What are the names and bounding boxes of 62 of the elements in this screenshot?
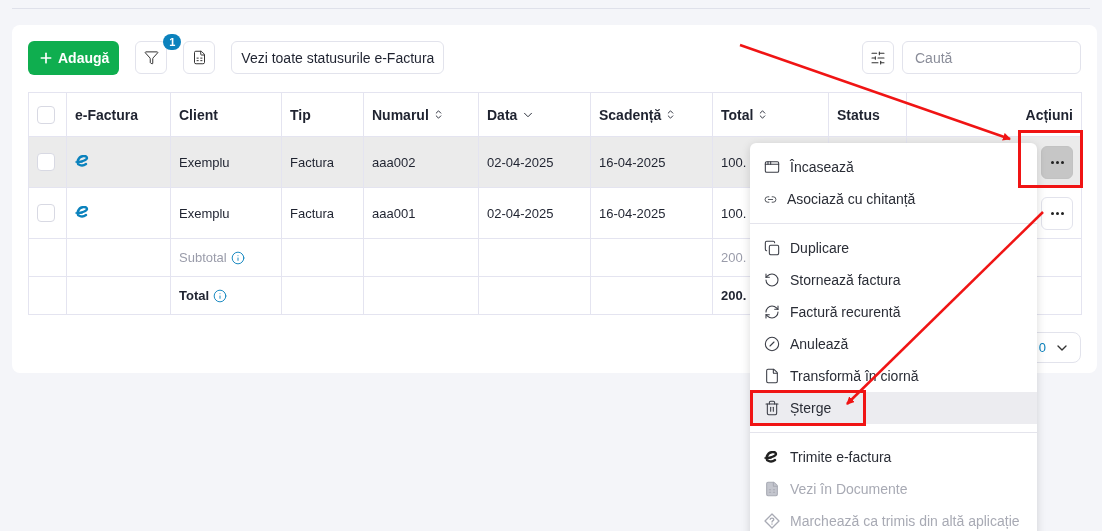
- spreadsheet-icon: [191, 50, 207, 65]
- table-cell: Exemplu: [179, 205, 230, 221]
- copy-icon: [764, 240, 780, 256]
- menu-item[interactable]: Factură recurentă: [750, 296, 1037, 328]
- table-cell: 100.: [721, 154, 747, 170]
- table-cell: Factura: [290, 205, 335, 221]
- table-cell: 100.: [721, 205, 747, 221]
- spreadsheet-icon: [764, 481, 780, 497]
- trash-icon: [764, 400, 780, 416]
- column-header: Tip: [290, 106, 311, 123]
- menu-item[interactable]: Încasează: [750, 151, 1037, 183]
- file-icon: [764, 368, 780, 384]
- table-cell: 02-04-2025: [487, 154, 554, 170]
- table-cell: 16-04-2025: [599, 205, 666, 221]
- statuses-button[interactable]: Vezi toate statusurile e-Factura: [231, 41, 445, 74]
- annotation-frame: [1018, 130, 1083, 188]
- column-header: Acțiuni: [1025, 106, 1073, 123]
- menu-item[interactable]: Șterge: [750, 392, 1037, 424]
- e-factura-icon: [75, 154, 91, 167]
- e-factura-icon: [75, 205, 91, 218]
- table-cell: 02-04-2025: [487, 205, 554, 221]
- search-field[interactable]: Caută: [902, 41, 1081, 74]
- filter-count-badge: 1: [163, 34, 182, 50]
- column-header[interactable]: Data: [487, 106, 518, 123]
- refresh-icon: [764, 304, 780, 320]
- summary-label: Total: [179, 288, 210, 303]
- column-header[interactable]: Scadență: [599, 106, 662, 123]
- filter-icon: [143, 50, 159, 65]
- menu-item[interactable]: Anulează: [750, 328, 1037, 360]
- column-header: e-Factura: [75, 106, 139, 123]
- summary-label: Subtotal: [179, 250, 227, 265]
- column-settings-button[interactable]: [862, 41, 894, 74]
- info-icon[interactable]: [213, 288, 228, 303]
- row-checkbox[interactable]: [37, 153, 55, 171]
- summary-total: 200.: [721, 288, 747, 303]
- column-header: Client: [179, 106, 218, 123]
- sliders-icon: [870, 49, 886, 66]
- menu-item[interactable]: Trimite e-factura: [750, 441, 1037, 473]
- row-actions-button[interactable]: [1041, 145, 1073, 179]
- undo-icon: [764, 272, 780, 288]
- select-all-checkbox[interactable]: [37, 105, 55, 124]
- summary-total: 200.: [721, 250, 747, 265]
- e-factura-icon: [764, 451, 780, 463]
- menu-item[interactable]: Duplicare: [750, 232, 1037, 264]
- column-header[interactable]: Total: [721, 106, 754, 123]
- export-button[interactable]: [183, 41, 216, 74]
- column-header: Status: [837, 106, 880, 123]
- menu-item[interactable]: Stornează factura: [750, 264, 1037, 296]
- table-cell: Factura: [290, 154, 335, 170]
- table-cell: aaa002: [372, 154, 416, 170]
- table-cell: aaa001: [372, 205, 416, 221]
- cancel-icon: [764, 336, 780, 352]
- column-header[interactable]: Numarul: [372, 106, 429, 123]
- window-icon: [764, 159, 780, 175]
- info-icon[interactable]: [230, 250, 245, 265]
- row-checkbox[interactable]: [37, 204, 55, 222]
- row-actions-button[interactable]: [1041, 196, 1073, 230]
- filter-button[interactable]: [135, 41, 168, 74]
- table-cell: Exemplu: [179, 154, 230, 170]
- menu-item[interactable]: Asociază cu chitanță: [750, 183, 1037, 215]
- help-diamond-icon: [764, 513, 780, 529]
- table-cell: 16-04-2025: [599, 154, 666, 170]
